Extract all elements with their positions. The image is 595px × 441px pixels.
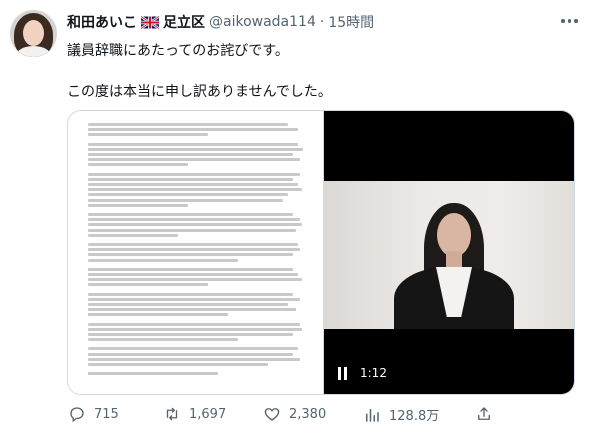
- letter-text-line: [88, 123, 288, 126]
- tweet-text-line-1: 議員辞職にあたってのお詫びです。: [67, 43, 289, 59]
- reply-icon: [70, 407, 84, 423]
- uk-flag-icon: [141, 15, 159, 29]
- display-name[interactable]: 和田あいこ: [67, 12, 137, 32]
- like-button[interactable]: 2,380: [263, 405, 326, 423]
- letter-text-line: [88, 233, 178, 237]
- letter-text-line: [88, 303, 288, 306]
- views-button[interactable]: 128.8万: [363, 405, 439, 424]
- letter-text-line: [88, 153, 293, 156]
- letter-text-line: [88, 267, 293, 271]
- letter-text-line: [88, 313, 228, 317]
- letter-text-line: [88, 363, 268, 366]
- view-count: 128.8万: [389, 409, 440, 424]
- letter-text-line: [88, 253, 293, 257]
- letter-text-line: [88, 188, 302, 192]
- pause-icon[interactable]: [338, 366, 350, 380]
- letter-text-line: [88, 213, 293, 216]
- heart-icon: [264, 408, 280, 421]
- letter-text-line: [88, 357, 300, 361]
- letter-text-line: [88, 158, 300, 162]
- letter-text-line: [88, 258, 238, 262]
- letter-text-line: [88, 322, 300, 326]
- letter-text-line: [88, 283, 208, 287]
- retweet-icon: [166, 407, 178, 421]
- letter-text-line: [88, 198, 283, 202]
- letter-text-line: [88, 172, 300, 176]
- reply-count: 715: [94, 406, 119, 422]
- letter-text-line: [88, 352, 293, 356]
- tweet-header: 和田あいこ 足立区 @aikowada114 · 15時間: [67, 11, 374, 33]
- letter-text-line: [88, 142, 298, 146]
- video-time: 1:12: [360, 366, 387, 380]
- letter-text-line: [88, 163, 188, 167]
- letter-text-line: [88, 308, 296, 312]
- letter-text-line: [88, 177, 293, 181]
- letter-text-line: [88, 203, 188, 207]
- video-player[interactable]: 1:12: [324, 111, 574, 394]
- letter-text-line: [88, 338, 238, 342]
- video-frame[interactable]: [324, 181, 574, 329]
- display-name-region[interactable]: 足立区: [163, 12, 205, 32]
- letter-text-line: [88, 183, 298, 186]
- timestamp[interactable]: 15時間: [328, 12, 374, 32]
- like-count: 2,380: [289, 406, 327, 422]
- letter-text-line: [88, 297, 300, 301]
- share-button[interactable]: [475, 405, 493, 423]
- more-options-icon[interactable]: [561, 14, 581, 28]
- action-bar: 715 1,697 2,380 128.8万: [68, 405, 508, 427]
- video-controls: 1:12: [338, 366, 387, 380]
- separator-dot: ·: [319, 14, 325, 30]
- tweet-text-line-2: この度は本当に申し訳ありませんでした。: [67, 84, 332, 100]
- letter-text-line: [88, 273, 298, 276]
- retweet-button[interactable]: 1,697: [163, 405, 226, 423]
- media-container[interactable]: 1:12: [67, 110, 575, 395]
- letter-text-line: [88, 372, 218, 376]
- letter-text-line: [88, 228, 296, 232]
- retweet-count: 1,697: [189, 406, 227, 422]
- letter-text-line: [88, 243, 298, 246]
- letter-text-line: [88, 333, 293, 336]
- letter-text-line: [88, 347, 298, 351]
- letter-text-line: [88, 292, 293, 296]
- user-handle[interactable]: @aikowada114: [209, 14, 316, 30]
- reply-button[interactable]: 715: [68, 405, 119, 423]
- letter-text-line: [88, 327, 302, 331]
- letter-text-line: [88, 248, 300, 252]
- letter-text-line: [88, 133, 208, 137]
- letter-text-line: [88, 223, 302, 227]
- letter-text-line: [88, 128, 298, 132]
- views-chart-icon: [366, 408, 379, 422]
- letter-text-line: [88, 147, 303, 151]
- apology-letter-image[interactable]: [68, 111, 324, 394]
- letter-text-line: [88, 278, 302, 282]
- letter-text-line: [88, 193, 288, 197]
- avatar[interactable]: [10, 10, 57, 57]
- share-icon: [478, 407, 490, 420]
- letter-text-line: [88, 218, 300, 222]
